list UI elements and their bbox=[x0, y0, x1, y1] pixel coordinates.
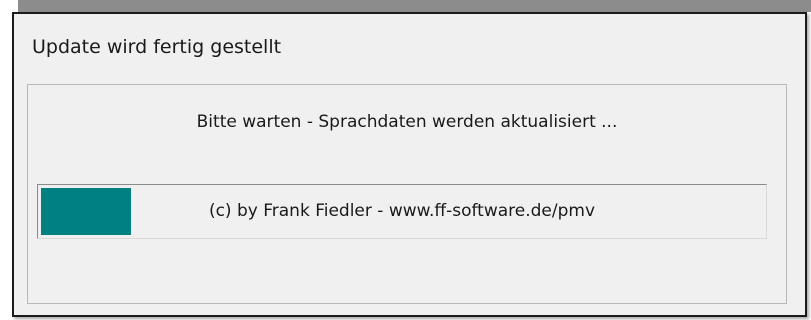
status-message: Bitte warten - Sprachdaten werden aktual… bbox=[196, 112, 618, 132]
update-dialog: Update wird fertig gestellt Bitte warten… bbox=[12, 12, 807, 317]
dialog-titlebar[interactable]: Update wird fertig gestellt bbox=[14, 14, 805, 74]
background-window-edge bbox=[18, 0, 811, 12]
dialog-client-area: Bitte warten - Sprachdaten werden aktual… bbox=[27, 84, 787, 304]
progress-bar-text: (c) by Frank Fiedler - www.ff-software.d… bbox=[208, 201, 596, 221]
dialog-title: Update wird fertig gestellt bbox=[32, 36, 282, 58]
progress-bar: (c) by Frank Fiedler - www.ff-software.d… bbox=[37, 184, 767, 239]
